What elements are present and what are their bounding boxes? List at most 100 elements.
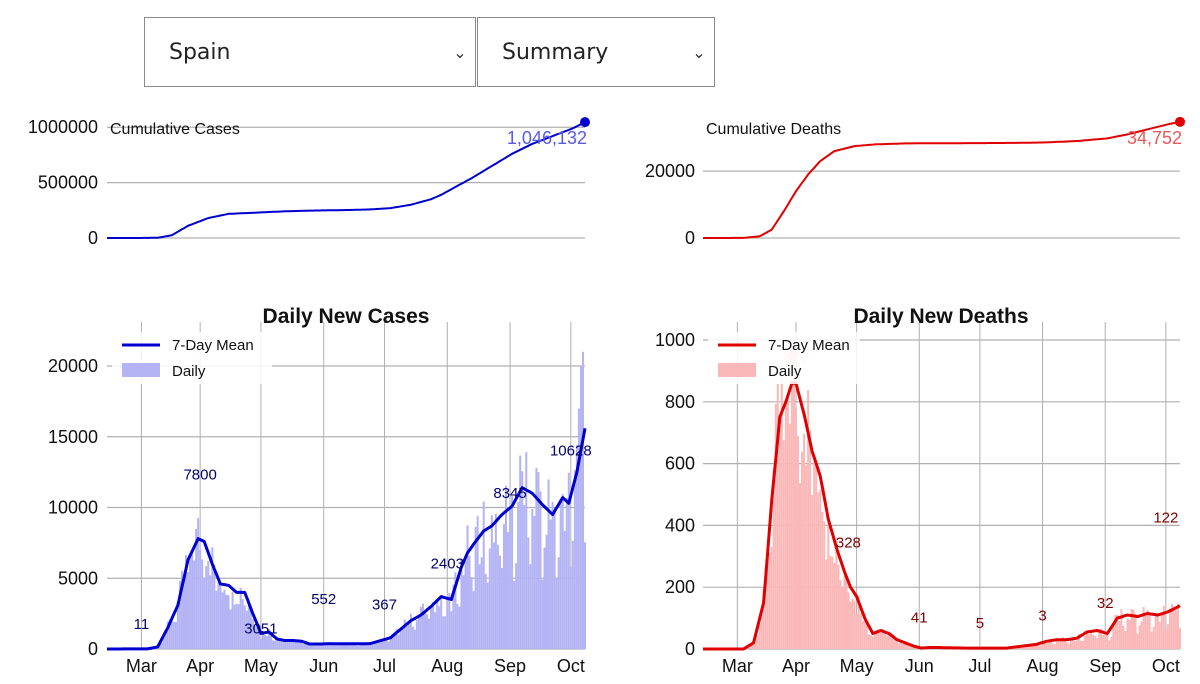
daily-bar	[231, 591, 234, 649]
daily-bar	[440, 596, 443, 649]
peak-annotation: 122	[1153, 510, 1178, 527]
daily-bar	[229, 609, 232, 649]
daily-bar	[1053, 644, 1056, 649]
x-tick-label: Jun	[309, 656, 338, 676]
x-tick-label: Aug	[1027, 656, 1059, 676]
x-tick-label: Sep	[1089, 656, 1121, 676]
daily-bar	[855, 613, 858, 649]
daily-bar	[873, 633, 876, 649]
daily-bar	[1039, 645, 1042, 649]
y-tick-label: 400	[665, 515, 695, 535]
daily-bar	[225, 594, 228, 649]
daily-bar	[328, 645, 331, 649]
daily-bar	[415, 620, 418, 649]
y-tick-label: 200	[665, 577, 695, 597]
daily-bar	[458, 606, 461, 649]
daily-bar	[426, 614, 429, 649]
daily-bar	[513, 580, 516, 649]
daily-bar	[381, 641, 384, 649]
daily-bar	[837, 564, 840, 649]
chart-title: Cumulative Cases	[110, 121, 240, 138]
peak-annotation: 41	[911, 610, 928, 627]
daily-bar	[411, 626, 414, 649]
x-tick-label: Sep	[494, 656, 526, 676]
peak-annotation: 328	[836, 535, 861, 552]
daily-bar	[399, 630, 402, 649]
daily-bar	[784, 399, 787, 649]
daily-bar	[1156, 614, 1159, 649]
daily-bar	[1128, 619, 1131, 649]
daily-bar	[815, 461, 818, 649]
daily-bar	[474, 526, 477, 649]
daily-bar	[223, 589, 226, 649]
daily-bar	[219, 583, 222, 649]
daily-bar	[187, 572, 190, 649]
end-value-label: 1,046,132	[507, 128, 587, 148]
daily-bar	[881, 631, 884, 649]
daily-bar	[579, 366, 582, 649]
peak-annotation: 367	[372, 596, 397, 613]
daily-bar	[1134, 613, 1137, 649]
daily-bar	[235, 603, 238, 649]
daily-bar	[900, 643, 903, 649]
daily-bar	[817, 492, 820, 649]
daily-bar	[563, 530, 566, 649]
peak-annotation: 2403	[431, 555, 464, 572]
y-tick-label: 0	[88, 228, 98, 248]
daily-bar	[565, 497, 568, 649]
daily-bar	[1067, 643, 1070, 649]
daily-bar	[523, 505, 526, 649]
daily-bar	[805, 465, 808, 649]
daily-bar	[486, 582, 489, 649]
daily-bar	[189, 554, 192, 649]
daily-bar	[547, 479, 550, 649]
end-marker	[1175, 116, 1185, 127]
x-tick-label: Aug	[431, 656, 463, 676]
daily-bar	[464, 560, 467, 649]
daily-bar	[1079, 640, 1082, 649]
x-tick-label: Oct	[557, 656, 585, 676]
y-tick-label: 1000000	[28, 117, 98, 137]
daily-bar	[869, 635, 872, 649]
daily-bar	[490, 515, 493, 649]
daily-bar	[446, 597, 449, 649]
y-tick-label: 600	[665, 454, 695, 474]
daily-bar	[201, 559, 204, 649]
daily-bar	[213, 564, 216, 649]
daily-bar	[282, 640, 285, 649]
daily-bar	[898, 643, 901, 649]
daily-bar	[450, 611, 453, 649]
daily-bar	[1118, 620, 1121, 649]
daily-bar	[1092, 634, 1095, 649]
daily-bar	[160, 643, 163, 649]
daily-bar	[466, 525, 469, 649]
daily-bar	[407, 622, 410, 649]
daily-bar	[274, 640, 277, 649]
daily-bar	[531, 509, 534, 649]
daily-bar	[494, 513, 497, 649]
daily-bar	[1160, 612, 1163, 649]
daily-bar	[430, 606, 433, 649]
daily-bar	[221, 592, 224, 649]
daily-bar	[312, 645, 315, 649]
daily-bar	[472, 591, 475, 649]
daily-bar	[809, 430, 812, 649]
daily-bar	[527, 537, 530, 649]
daily-bar	[227, 595, 230, 649]
daily-bar	[314, 645, 317, 649]
daily-bar	[557, 557, 560, 649]
daily-bar	[553, 508, 556, 649]
daily-bar	[555, 578, 558, 649]
daily-bar	[436, 599, 439, 649]
daily-bar	[770, 546, 773, 649]
daily-bar	[561, 494, 564, 649]
daily-bar	[549, 519, 552, 649]
x-tick-label: Mar	[722, 656, 753, 676]
daily-bar	[545, 534, 548, 649]
daily-bar	[355, 644, 358, 649]
daily-bar	[1172, 610, 1175, 649]
peak-annotation: 8345	[493, 485, 526, 502]
daily-bar	[1075, 640, 1078, 649]
daily-bar	[290, 642, 293, 649]
daily-bar	[1136, 633, 1139, 649]
